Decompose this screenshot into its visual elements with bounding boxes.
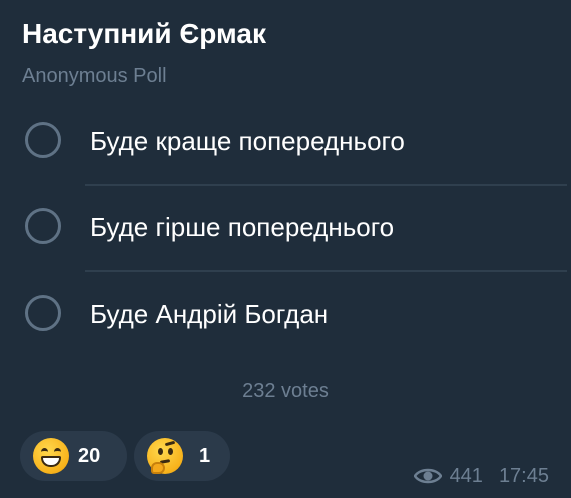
poll-title: Наступний Єрмак bbox=[22, 18, 266, 49]
message-meta: 441 17:45 bbox=[413, 461, 549, 491]
poll-type-label: Anonymous Poll bbox=[22, 65, 167, 87]
reaction-count: 20 bbox=[78, 445, 101, 467]
poll-option[interactable]: Буде краще попереднього bbox=[0, 100, 571, 186]
option-divider bbox=[85, 270, 567, 272]
votes-count: 232 votes bbox=[242, 380, 329, 402]
eye-icon bbox=[413, 468, 442, 484]
reaction-grinning[interactable]: 20 bbox=[20, 431, 127, 481]
thinking-face-icon bbox=[147, 438, 183, 474]
poll-option[interactable]: Буде Андрій Богдан bbox=[0, 273, 571, 359]
radio-button[interactable] bbox=[25, 295, 61, 331]
poll-message: Наступний Єрмак Anonymous Poll Буде кращ… bbox=[0, 0, 571, 498]
poll-option-label: Буде краще попереднього bbox=[90, 126, 405, 156]
poll-option-label: Буде Андрій Богдан bbox=[90, 299, 329, 329]
message-time: 17:45 bbox=[498, 465, 549, 487]
poll-option-label: Буде гірше попереднього bbox=[90, 212, 395, 242]
views-count: 441 bbox=[449, 465, 483, 487]
reaction-thinking[interactable]: 1 bbox=[134, 431, 230, 481]
radio-button[interactable] bbox=[25, 208, 61, 244]
poll-option[interactable]: Буде гірше попереднього bbox=[0, 186, 571, 272]
radio-button[interactable] bbox=[25, 122, 61, 158]
grinning-face-icon bbox=[33, 438, 69, 474]
reaction-count: 1 bbox=[199, 445, 211, 467]
